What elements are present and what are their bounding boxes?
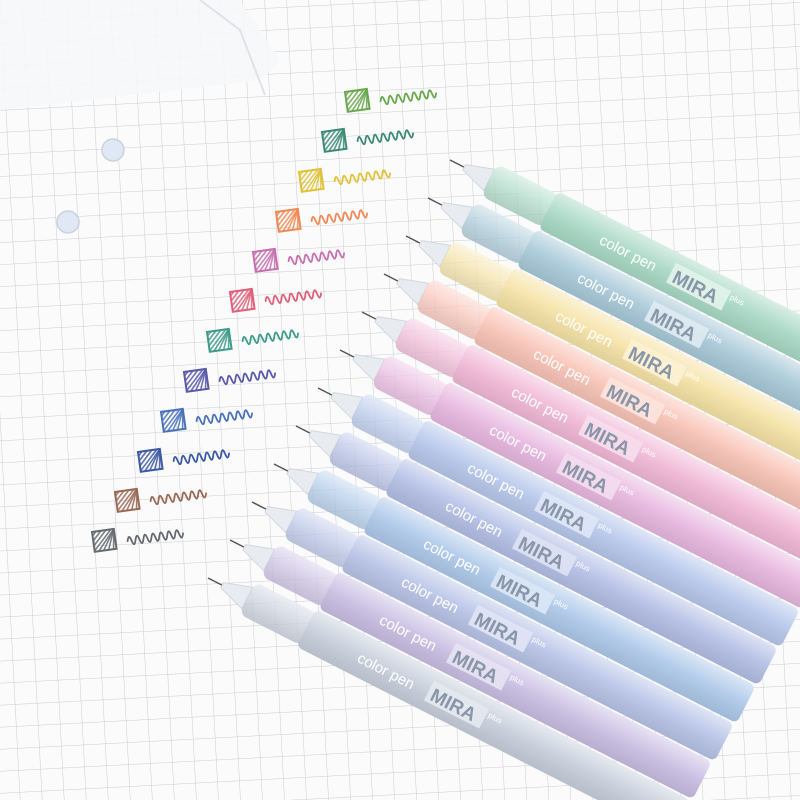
punch-hole xyxy=(56,210,80,234)
punch-hole xyxy=(101,138,125,162)
photo-scene: color pen MIRA plus color pen MIRA plus color … xyxy=(0,0,800,800)
pens-on-grid-paper-illustration: color penMIRA pluscolor penMIRA pluscolor … xyxy=(0,0,800,800)
